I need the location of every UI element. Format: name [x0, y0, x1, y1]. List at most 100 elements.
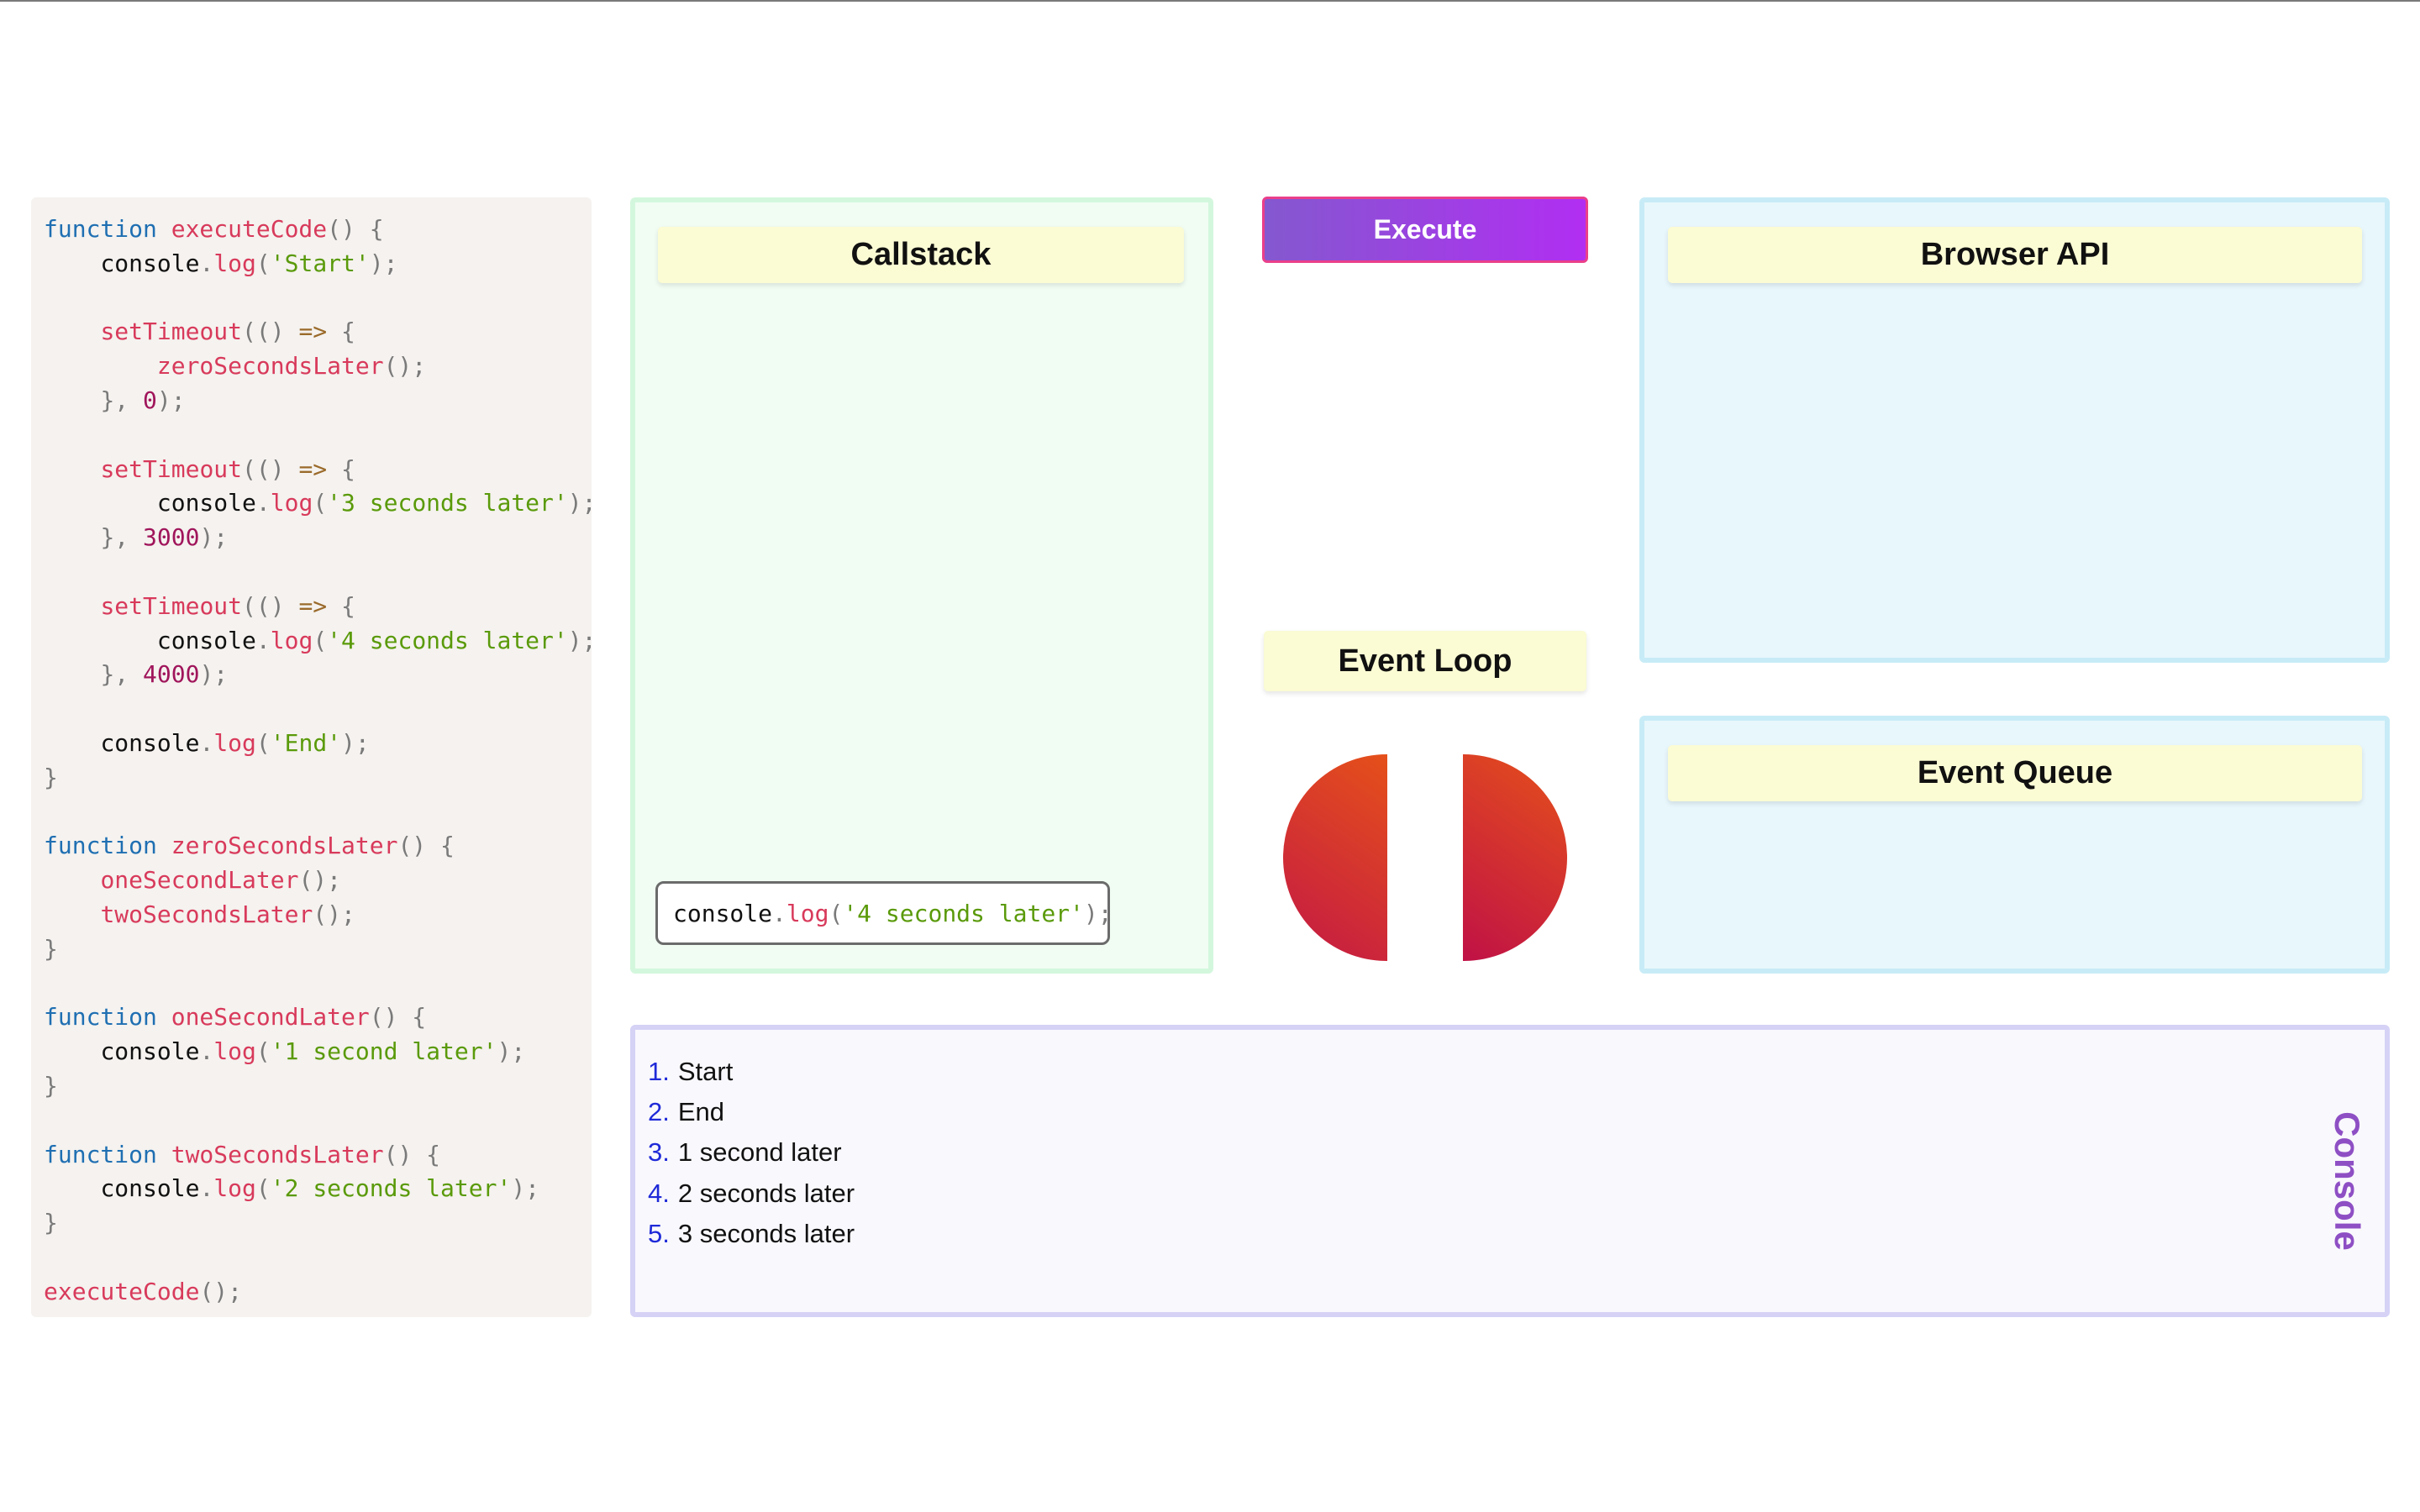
code-token: );	[156, 386, 186, 414]
code-token: {	[327, 454, 355, 483]
event-loop-right-half-icon	[1463, 754, 1567, 961]
code-token: .	[772, 899, 786, 927]
code-token: '3 seconds later'	[327, 489, 568, 517]
event-queue-title: Event Queue	[1668, 745, 2362, 801]
code-token: console	[100, 1174, 200, 1203]
callstack-panel: Callstack console. log('4 seconds later')…	[630, 197, 1213, 974]
console-entry-text: End	[677, 1097, 725, 1127]
code-token: '1 second later'	[270, 1037, 497, 1066]
code-token: setTimeout	[100, 591, 243, 620]
code-token: .	[199, 249, 214, 277]
code-token: 'End'	[270, 728, 342, 757]
code-token: oneSecondLater	[171, 1003, 370, 1032]
code-token: (	[313, 489, 328, 517]
code-token: (()	[242, 454, 299, 483]
code-token: log	[213, 1174, 256, 1203]
console-entry: 4. 2 seconds later	[648, 1173, 855, 1214]
code-token: }	[44, 1209, 58, 1237]
code-token: log	[213, 1037, 256, 1066]
code-line: executeCode();	[44, 1275, 592, 1310]
code-token: 0	[143, 386, 157, 414]
code-token: oneSecondLater	[100, 866, 299, 895]
code-token: 3000	[143, 523, 200, 552]
browser-api-panel: Browser API	[1639, 197, 2390, 663]
code-token: function	[44, 832, 157, 860]
code-token: },	[100, 523, 144, 552]
code-token: zeroSecondsLater	[156, 352, 384, 381]
code-line: function twoSecondsLater() {	[44, 1138, 592, 1173]
browser-api-title: Browser API	[1668, 227, 2362, 283]
code-token: 'Start'	[270, 249, 370, 277]
code-token: (	[255, 728, 271, 757]
code-token: '2 seconds later'	[270, 1174, 512, 1203]
code-token: function	[44, 1140, 157, 1168]
code-token: (()	[242, 318, 299, 346]
code-token: zeroSecondsLater	[171, 832, 398, 860]
code-token: console	[100, 728, 200, 757]
code-token: console	[100, 249, 200, 277]
code-line: }	[44, 1206, 592, 1241]
code-token: },	[100, 660, 144, 689]
code-line: function oneSecondLater() {	[44, 1000, 592, 1035]
code-token: }	[44, 763, 58, 791]
code-token: (	[255, 1037, 271, 1066]
code-token: }	[44, 934, 58, 963]
console-entry-number: 2.	[648, 1097, 670, 1127]
code-line: setTimeout(() => {	[44, 590, 592, 624]
code-token: );	[497, 1037, 526, 1066]
code-token: function	[44, 215, 157, 243]
code-token: ();	[298, 866, 342, 895]
console-entry-text: 1 second later	[677, 1137, 842, 1168]
code-token: twoSecondsLater	[100, 900, 313, 928]
code-line: }, 4000);	[44, 658, 592, 692]
code-token: log	[213, 728, 256, 757]
code-token: log	[270, 489, 313, 517]
code-line: console.log('3 seconds later');	[44, 486, 597, 521]
console-entry: 2. End	[648, 1092, 855, 1132]
code-token: () {	[369, 1003, 427, 1032]
console-entry-number: 3.	[648, 1137, 670, 1168]
code-token: =>	[298, 591, 328, 620]
execute-button[interactable]: Execute	[1262, 197, 1588, 263]
code-token: function	[44, 1003, 157, 1032]
code-token: 4000	[143, 660, 200, 689]
code-token: log	[270, 626, 313, 654]
event-loop-left-half-icon	[1283, 754, 1387, 961]
event-queue-panel: Event Queue	[1639, 716, 2390, 974]
console-label-text: Console	[2328, 1111, 2367, 1251]
console-entry-number: 1.	[648, 1057, 670, 1086]
code-line: oneSecondLater();	[44, 864, 592, 898]
code-token: log	[213, 249, 256, 277]
code-line: console.log('2 seconds later');	[44, 1172, 592, 1206]
code-token: {	[327, 591, 355, 620]
code-token: setTimeout	[100, 318, 243, 346]
code-token: .	[199, 728, 214, 757]
console-panel: 1. Start 2. End 3. 1 second later 4. 2 secon…	[630, 1025, 2390, 1317]
code-line: }	[44, 761, 592, 795]
code-token: executeCode	[44, 1277, 200, 1305]
code-token: (	[255, 1174, 271, 1203]
code-line: setTimeout(() => {	[44, 315, 592, 349]
code-token: (	[255, 249, 271, 277]
code-token: {	[327, 318, 355, 346]
code-token: .	[255, 489, 271, 517]
code-token: (	[829, 899, 844, 927]
code-line: }	[44, 932, 592, 967]
code-line: setTimeout(() => {	[44, 453, 592, 487]
code-token: ();	[199, 1277, 243, 1305]
code-token: console	[156, 626, 256, 654]
